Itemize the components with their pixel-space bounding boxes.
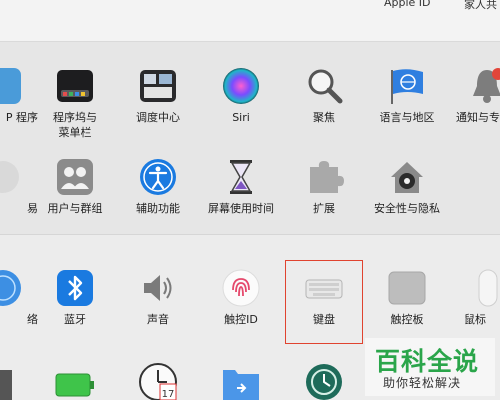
mission-control-icon [140, 70, 176, 102]
pref-spotlight[interactable]: 聚焦 [289, 66, 359, 125]
pref-touch-id[interactable]: 触控ID [206, 268, 276, 327]
watermark-subtitle: 助你轻松解决 [383, 376, 462, 390]
pref-screen-time[interactable]: 屏幕使用时间 [206, 157, 276, 216]
pref-mission-label: 调度中心 [136, 111, 180, 124]
pref-mouse[interactable]: 鼠标 [452, 268, 500, 327]
accessibility-icon [140, 159, 176, 195]
pref-sound[interactable]: 声音 [123, 268, 193, 327]
pref-accessibility[interactable]: 辅助功能 [123, 157, 193, 216]
partial-icon [0, 161, 19, 193]
pref-extensions-label: 扩展 [313, 202, 335, 215]
hourglass-icon [230, 160, 252, 194]
keyboard-highlight-box [285, 260, 363, 344]
mouse-icon [478, 269, 498, 307]
pref-spotlight-label: 聚焦 [313, 111, 335, 124]
spotlight-icon [308, 69, 343, 104]
pref-security-label: 安全性与隐私 [374, 202, 440, 215]
general-icon [0, 68, 21, 104]
pref-notifications[interactable]: 通知与专 [452, 66, 500, 125]
pref-siri-label: Siri [232, 111, 250, 124]
pref-network-label: 络 [27, 313, 38, 326]
pref-network-partial[interactable]: 络 [0, 268, 38, 327]
family-sharing-label[interactable]: 家人共 [464, 0, 497, 12]
pref-bluetooth[interactable]: 蓝牙 [40, 268, 110, 327]
date-time-clock-icon[interactable]: 17 [138, 362, 178, 400]
users-icon [57, 159, 93, 195]
pref-security-privacy[interactable]: 安全性与隐私 [372, 157, 442, 216]
pref-mission-control[interactable]: 调度中心 [123, 66, 193, 125]
pref-trackpad-label: 触控板 [390, 313, 424, 326]
pref-dock-menubar[interactable]: 程序坞与 菜单栏 [40, 66, 110, 140]
pref-bluetooth-label: 蓝牙 [64, 313, 86, 326]
siri-icon [223, 68, 259, 104]
fingerprint-icon [222, 269, 260, 307]
pref-extensions[interactable]: 扩展 [289, 157, 359, 216]
watermark-title: 百科全说 [375, 347, 480, 376]
flag-globe-icon [391, 69, 423, 104]
sharing-folder-icon[interactable] [221, 364, 261, 400]
pref-partial-label: P 程序 [5, 111, 38, 124]
partial-bottom-icon[interactable] [0, 362, 16, 400]
network-globe-icon [0, 270, 21, 306]
pref-sound-label: 声音 [147, 313, 169, 326]
apple-id-label[interactable]: Apple ID [384, 0, 431, 9]
puzzle-piece-icon [310, 161, 344, 193]
pref-language-label: 语言与地区 [379, 111, 435, 124]
pref-general-partial[interactable]: P 程序 [0, 66, 38, 125]
top-bar: Apple ID 家人共 [0, 0, 500, 42]
pref-dock-label: 程序坞与 菜单栏 [53, 111, 97, 139]
bell-icon [473, 68, 500, 103]
pref-partial-row2[interactable]: 易 [0, 157, 38, 216]
time-machine-icon[interactable] [304, 362, 344, 400]
pref-users-groups[interactable]: 用户与群组 [40, 157, 110, 216]
pref-language-region[interactable]: 语言与地区 [372, 66, 442, 125]
pref-touchid-label: 触控ID [224, 313, 258, 326]
battery-icon[interactable] [55, 368, 95, 400]
dock-icon [57, 70, 93, 102]
house-lock-icon [391, 162, 423, 193]
trackpad-icon [388, 271, 426, 305]
pref-notifications-label: 通知与专 [456, 111, 500, 124]
pref-accessibility-label: 辅助功能 [136, 202, 180, 215]
date-badge-text: 17 [162, 389, 175, 400]
pref-siri[interactable]: Siri [206, 66, 276, 125]
watermark: 百科全说 助你轻松解决 [365, 338, 495, 396]
pref-trackpad[interactable]: 触控板 [372, 268, 442, 327]
pref-screentime-label: 屏幕使用时间 [208, 202, 274, 215]
bluetooth-icon [57, 270, 93, 306]
pref-users-label: 用户与群组 [47, 202, 103, 215]
pref-mouse-label: 鼠标 [464, 313, 486, 326]
speaker-icon [144, 275, 172, 301]
pref-partial-row2-label: 易 [27, 202, 38, 215]
